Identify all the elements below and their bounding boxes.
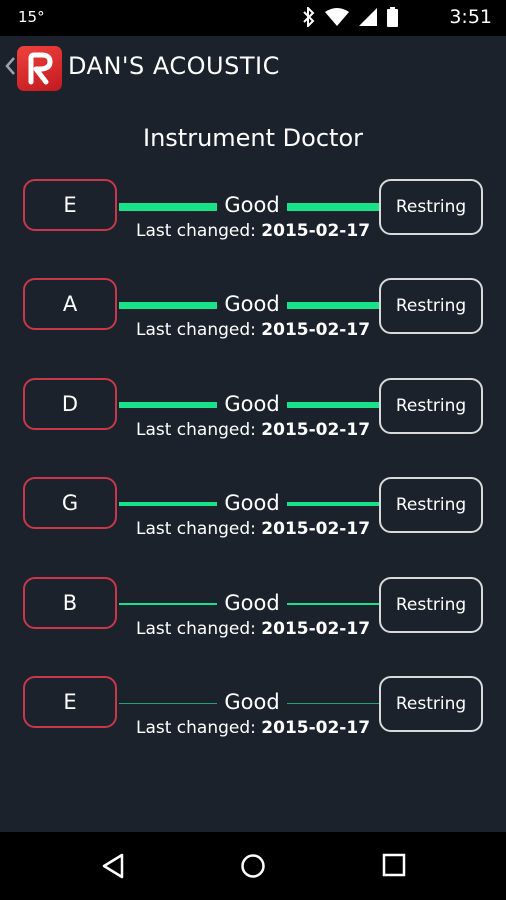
last-changed: Last changed: 2015-02-17 [0, 221, 506, 241]
health-bar-right [287, 502, 379, 506]
health-bar-left [119, 203, 217, 211]
back-chevron-icon[interactable] [4, 56, 16, 76]
page-title: Instrument Doctor [143, 124, 363, 152]
health-bar-right [287, 302, 379, 309]
string-status: Good [224, 292, 280, 316]
logo-r-icon [28, 52, 53, 85]
string-status: Good [224, 193, 280, 217]
string-status: Good [224, 690, 280, 714]
last-changed-date: 2015-02-17 [261, 221, 371, 241]
health-bar-left [119, 302, 217, 309]
navigation-bar [0, 832, 506, 900]
app-logo[interactable] [17, 46, 62, 91]
string-status: Good [224, 392, 280, 416]
last-changed-date: 2015-02-17 [261, 718, 371, 738]
last-changed-label: Last changed: [135, 420, 256, 440]
status-icons [303, 7, 398, 27]
status-bar: 15° 3:51 [0, 0, 506, 36]
string-row: A Good Restring Last changed: 2015-02-17 [0, 278, 506, 358]
bluetooth-icon [303, 7, 315, 27]
battery-icon [387, 7, 398, 27]
last-changed: Last changed: 2015-02-17 [0, 519, 506, 539]
last-changed-label: Last changed: [135, 619, 256, 639]
nav-home-icon[interactable] [240, 853, 266, 879]
last-changed-date: 2015-02-17 [261, 519, 371, 539]
nav-recents-icon[interactable] [382, 853, 406, 877]
health-bar-right [287, 703, 379, 704]
last-changed: Last changed: 2015-02-17 [0, 619, 506, 639]
health-bar-left [119, 502, 217, 506]
health-bar-left [119, 402, 217, 408]
app-title: DAN'S ACOUSTIC [68, 52, 280, 80]
last-changed-date: 2015-02-17 [261, 619, 371, 639]
nav-back-icon[interactable] [101, 853, 125, 879]
last-changed-label: Last changed: [135, 519, 256, 539]
string-row: E Good Restring Last changed: 2015-02-17 [0, 676, 506, 756]
health-bar-left [119, 703, 217, 704]
app-bar: DAN'S ACOUSTIC [0, 36, 506, 100]
last-changed: Last changed: 2015-02-17 [0, 718, 506, 738]
last-changed-label: Last changed: [135, 320, 256, 340]
last-changed-label: Last changed: [135, 221, 256, 241]
string-row: B Good Restring Last changed: 2015-02-17 [0, 577, 506, 657]
health-bar-right [287, 402, 379, 408]
string-status: Good [224, 491, 280, 515]
last-changed-label: Last changed: [135, 718, 256, 738]
last-changed: Last changed: 2015-02-17 [0, 320, 506, 340]
string-status: Good [224, 591, 280, 615]
last-changed: Last changed: 2015-02-17 [0, 420, 506, 440]
last-changed-date: 2015-02-17 [261, 420, 371, 440]
cell-signal-icon [359, 8, 377, 26]
clock: 3:51 [449, 6, 492, 28]
string-row: G Good Restring Last changed: 2015-02-17 [0, 477, 506, 557]
last-changed-date: 2015-02-17 [261, 320, 371, 340]
temperature-indicator: 15° [18, 8, 45, 26]
wifi-icon [325, 8, 349, 26]
string-row: D Good Restring Last changed: 2015-02-17 [0, 378, 506, 458]
health-bar-right [287, 603, 379, 605]
health-bar-right [287, 203, 379, 211]
health-bar-left [119, 603, 217, 605]
string-row: E Good Restring Last changed: 2015-02-17 [0, 179, 506, 259]
